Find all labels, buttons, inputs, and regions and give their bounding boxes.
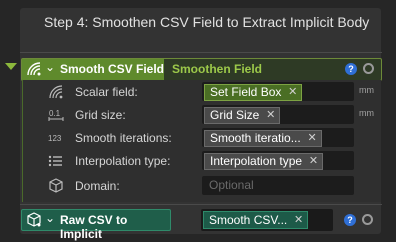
param-label: Scalar field:	[75, 85, 138, 99]
grid-size-icon: 0.1	[47, 106, 65, 124]
scalar-field-input[interactable]: Set Field Box ✕	[202, 82, 354, 101]
tag-label: Grid Size	[210, 108, 260, 122]
unit-label: mm	[359, 108, 374, 118]
node-name: Raw CSV to Implicit	[60, 213, 128, 241]
tag-label: Interpolation type	[210, 154, 303, 168]
param-row-scalar-field: Scalar field: Set Field Box ✕ mm	[23, 82, 381, 102]
interpolation-icon	[47, 152, 65, 170]
node-chip[interactable]: ⌄ Raw CSV to Implicit	[21, 209, 171, 241]
svg-text:0.1: 0.1	[49, 109, 61, 118]
divider	[20, 204, 382, 205]
node-chip[interactable]: ⌄ Smooth CSV Field	[22, 59, 164, 80]
field-reference-tag[interactable]: Set Field Box ✕	[204, 84, 303, 101]
tag-label: Set Field Box	[210, 85, 282, 99]
param-label: Interpolation type:	[75, 154, 171, 168]
unit-label: mm	[359, 85, 374, 95]
chevron-down-icon[interactable]: ⌄	[45, 60, 55, 74]
domain-placeholder: Optional	[209, 178, 254, 192]
variable-tag[interactable]: Grid Size ✕	[204, 107, 281, 124]
node-input-field[interactable]: Smooth CSV... ✕	[201, 209, 333, 231]
node-name: Smooth CSV Field	[60, 62, 165, 76]
smooth-iterations-input[interactable]: Smooth iteratio... ✕	[202, 128, 354, 147]
grid-size-input[interactable]: Grid Size ✕	[202, 105, 354, 124]
variable-tag[interactable]: Interpolation type ✕	[204, 153, 324, 170]
tag-label: Smooth CSV...	[209, 213, 288, 227]
tag-label: Smooth iteratio...	[210, 131, 301, 145]
remove-icon[interactable]: ✕	[294, 212, 303, 228]
param-label: Grid size:	[75, 108, 126, 122]
interpolation-type-input[interactable]: Interpolation type ✕	[202, 151, 354, 170]
param-row-interpolation-type: Interpolation type: Interpolation type ✕	[23, 151, 381, 171]
output-port-icon[interactable]	[362, 214, 373, 225]
param-row-smooth-iterations: 123 Smooth iterations: Smooth iteratio..…	[23, 128, 381, 148]
param-row-domain: Domain: Optional	[23, 176, 381, 196]
step-title: Step 4: Smoothen CSV Field to Extract Im…	[44, 14, 370, 30]
help-icon[interactable]: ?	[344, 214, 356, 226]
scalar-field-icon	[47, 83, 65, 101]
node-reference-tag[interactable]: Smooth CSV... ✕	[203, 211, 309, 229]
remove-icon[interactable]: ✕	[309, 154, 318, 169]
help-icon[interactable]: ?	[345, 63, 357, 75]
node-subtitle: Smoothen Field	[172, 62, 262, 76]
domain-icon	[47, 177, 65, 195]
chevron-down-icon[interactable]: ⌄	[45, 211, 55, 225]
variable-tag[interactable]: Smooth iteratio... ✕	[204, 130, 322, 147]
domain-input[interactable]: Optional	[202, 176, 354, 195]
remove-icon[interactable]: ✕	[266, 108, 275, 123]
svg-text:123: 123	[48, 134, 62, 143]
output-port-icon[interactable]	[363, 63, 374, 74]
divider	[20, 52, 382, 53]
param-label: Smooth iterations:	[75, 131, 172, 145]
node-parameters: Scalar field: Set Field Box ✕ mm 0.1 Gri…	[22, 80, 381, 202]
smooth-iterations-icon: 123	[47, 129, 65, 147]
param-label: Domain:	[75, 179, 120, 193]
remove-icon[interactable]: ✕	[288, 85, 297, 100]
remove-icon[interactable]: ✕	[308, 131, 317, 146]
param-row-grid-size: 0.1 Grid size: Grid Size ✕ mm	[23, 105, 381, 125]
raw-csv-to-implicit-node[interactable]: ⌄ Raw CSV to Implicit Smooth CSV... ✕ ?	[21, 209, 380, 241]
smooth-csv-field-node-header[interactable]: ⌄ Smooth CSV Field Smoothen Field ?	[21, 58, 382, 81]
implicit-body-icon	[25, 211, 43, 234]
collapse-arrow-icon[interactable]	[5, 63, 17, 70]
